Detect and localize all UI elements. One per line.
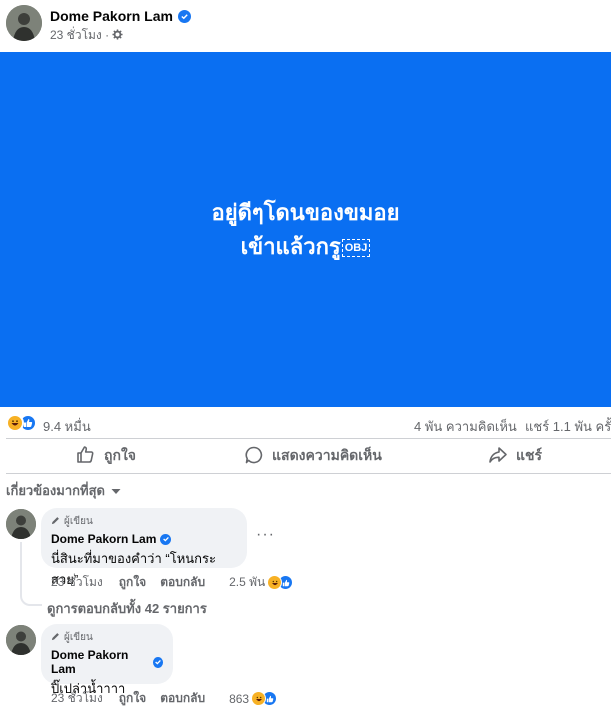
comment-author-name[interactable]: Dome Pakorn Lam: [51, 648, 149, 676]
like-button[interactable]: ถูกใจ: [76, 439, 136, 473]
pencil-icon: [51, 632, 60, 644]
post-header: Dome Pakorn Lam 23 ชั่วโมง ·: [0, 0, 611, 52]
share-button[interactable]: แชร์: [488, 439, 542, 473]
verified-badge-icon: [160, 533, 172, 545]
reaction-count[interactable]: 9.4 หมื่น: [43, 416, 91, 437]
comment-time[interactable]: 23 ชั่วโมง: [51, 573, 103, 592]
comment-reaction-count: 863: [229, 691, 250, 706]
comment-actions: 23 ชั่วโมง ถูกใจ ตอบกลับ 863: [51, 689, 278, 708]
comment-reactions[interactable]: 863: [229, 691, 278, 706]
author-avatar[interactable]: [6, 5, 42, 41]
obj-placeholder-glyph: OBJ: [341, 238, 371, 257]
post-action-bar: ถูกใจ แสดงความคิดเห็น แชร์: [6, 438, 611, 474]
gear-icon: [112, 28, 123, 43]
comment-author[interactable]: Dome Pakorn Lam: [51, 648, 163, 676]
author-badge: ผู้เขียน: [51, 514, 237, 529]
share-arrow-icon: [488, 445, 508, 468]
speech-bubble-icon: [244, 445, 264, 468]
like-button-label: ถูกใจ: [104, 447, 136, 463]
comment-actions: 23 ชั่วโมง ถูกใจ ตอบกลับ 2.5 พัน: [51, 573, 294, 592]
comment-author-name[interactable]: Dome Pakorn Lam: [51, 532, 156, 546]
verified-badge-icon: [177, 9, 191, 23]
post-author[interactable]: Dome Pakorn Lam: [50, 8, 191, 24]
author-badge-label: ผู้เขียน: [64, 632, 93, 643]
comment-reply-button[interactable]: ตอบกลับ: [160, 689, 205, 708]
comment-author[interactable]: Dome Pakorn Lam: [51, 532, 237, 546]
verified-badge-icon: [152, 656, 163, 668]
comment-like-button[interactable]: ถูกใจ: [119, 689, 146, 708]
reply-thread-line: [20, 542, 42, 606]
comment-button[interactable]: แสดงความคิดเห็น: [244, 439, 382, 473]
haha-reaction-icon: [251, 691, 267, 706]
share-count[interactable]: แชร์ 1.1 พัน ครั้ง: [525, 416, 611, 437]
comment-like-button[interactable]: ถูกใจ: [119, 573, 146, 592]
post-image-line-2: เข้าแล้วกรู OBJ: [156, 230, 456, 264]
comment-reaction-count: 2.5 พัน: [229, 575, 266, 589]
haha-reaction-icon: [6, 414, 24, 432]
chevron-down-icon: [111, 483, 121, 498]
thumbs-up-icon: [76, 445, 96, 468]
share-button-label: แชร์: [516, 447, 543, 463]
comment-avatar[interactable]: [6, 509, 36, 539]
comment-time[interactable]: 23 ชั่วโมง: [51, 689, 103, 708]
comment-reply-button[interactable]: ตอบกลับ: [160, 573, 205, 592]
comment-bubble: ผู้เขียน Dome Pakorn Lam ปิ๊เปล่าน้ำาาา: [41, 624, 173, 696]
post-image-line-2-text: เข้าแล้วกรู: [240, 233, 341, 259]
view-replies-link[interactable]: ดูการตอบกลับทั้ง 42 รายการ: [47, 598, 207, 619]
pencil-icon: [51, 516, 60, 528]
comment-sort-dropdown[interactable]: เกี่ยวข้องมากที่สุด: [6, 480, 121, 501]
author-badge-label: ผู้เขียน: [64, 516, 93, 527]
comment-more-button[interactable]: ···: [256, 526, 275, 544]
comment-avatar[interactable]: [6, 625, 36, 655]
post-stats: 9.4 หมื่น 4 พัน ความคิดเห็น แชร์ 1.1 พัน…: [0, 408, 611, 438]
comment-bubble: ผู้เขียน Dome Pakorn Lam นี่สินะที่มาของ…: [41, 508, 247, 587]
post-author-name[interactable]: Dome Pakorn Lam: [50, 8, 173, 24]
post-time[interactable]: 23 ชั่วโมง ·: [50, 26, 109, 45]
reaction-icons[interactable]: [6, 414, 37, 432]
comment-count[interactable]: 4 พัน ความคิดเห็น: [414, 416, 517, 437]
post-image-line-1: อยู่ดีๆโดนของขมอย: [211, 199, 400, 225]
post-image-text: อยู่ดีๆโดนของขมอย เข้าแล้วกรู OBJ: [156, 196, 456, 264]
author-badge: ผู้เขียน: [51, 630, 163, 645]
comment-button-label: แสดงความคิดเห็น: [272, 447, 382, 463]
post-meta: 23 ชั่วโมง ·: [50, 26, 123, 45]
post-image[interactable]: อยู่ดีๆโดนของขมอย เข้าแล้วกรู OBJ: [0, 52, 611, 407]
comment-reactions[interactable]: 2.5 พัน: [229, 573, 294, 592]
comment-sort-label: เกี่ยวข้องมากที่สุด: [6, 483, 105, 498]
